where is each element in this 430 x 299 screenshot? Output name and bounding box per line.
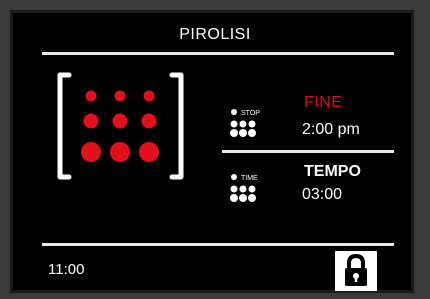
end-heading: FINE bbox=[304, 94, 343, 111]
time-heading: TEMPO bbox=[304, 163, 361, 180]
time-dots-icon: TIME bbox=[230, 174, 258, 202]
footer-divider bbox=[42, 243, 394, 246]
clock-display: 11:00 bbox=[48, 261, 85, 278]
end-time-value[interactable]: 2:00 pm bbox=[302, 121, 360, 139]
stop-dots-icon: STOP bbox=[230, 109, 260, 137]
padlock-icon[interactable] bbox=[335, 251, 377, 291]
duration-value[interactable]: 03:00 bbox=[302, 186, 342, 204]
stop-icon-label: STOP bbox=[241, 110, 260, 117]
row-divider bbox=[222, 150, 394, 153]
time-icon-label: TIME bbox=[241, 175, 258, 182]
title-divider bbox=[42, 52, 394, 55]
oven-burner-grid-icon bbox=[57, 72, 184, 180]
program-title: PIROLISI bbox=[179, 26, 251, 43]
